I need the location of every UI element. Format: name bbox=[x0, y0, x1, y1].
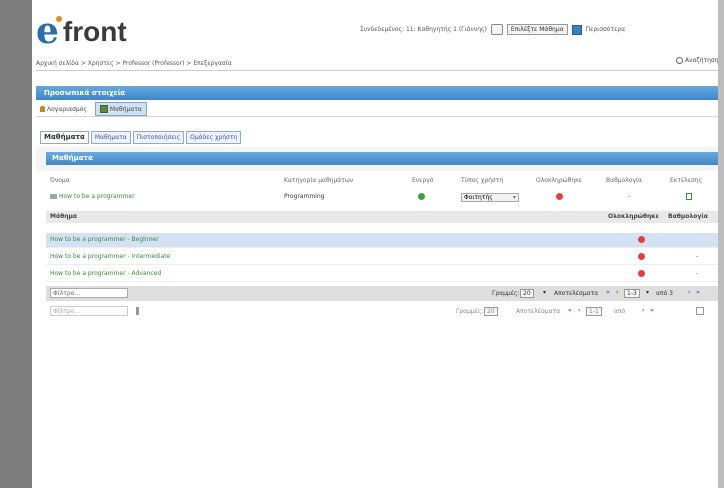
subtab-label: Μαθήματα bbox=[109, 105, 142, 113]
col-category[interactable]: Κατηγορία μαθημάτων bbox=[284, 177, 353, 184]
rows-label: Γραμμές: bbox=[492, 290, 520, 297]
chevron-down-icon: ▾ bbox=[646, 289, 650, 296]
course-score: - bbox=[628, 193, 631, 200]
go-button[interactable] bbox=[571, 24, 582, 35]
last-page-icon[interactable]: » bbox=[696, 289, 700, 296]
page-select[interactable]: 1-3 bbox=[624, 289, 640, 298]
prev-page-icon[interactable]: ‹ bbox=[616, 289, 618, 296]
separator-icon bbox=[136, 307, 139, 315]
search[interactable]: Αναζήτηση bbox=[676, 57, 719, 64]
divider bbox=[36, 116, 724, 117]
tab-lessons[interactable]: Μαθήματα bbox=[90, 131, 131, 144]
lesson-name[interactable]: How to be a programmer - Advanced bbox=[50, 270, 161, 277]
pager-secondary: Φίλτρο... Γραμμές: 20 Αποτελέσματα « ‹ 1… bbox=[46, 306, 724, 319]
lesson-score: - bbox=[696, 270, 699, 277]
next-page-icon[interactable]: › bbox=[642, 307, 644, 314]
not-completed-icon bbox=[638, 236, 645, 243]
next-page-icon[interactable]: › bbox=[688, 289, 690, 296]
lesson-score: - bbox=[696, 253, 699, 260]
right-margin bbox=[718, 0, 724, 488]
col-score[interactable]: Βαθμολογία bbox=[606, 177, 642, 184]
role-select[interactable]: Φοιτητής ▾ bbox=[461, 193, 519, 202]
efront-logo[interactable]: e front bbox=[36, 10, 127, 52]
panel-title: Προσωπικά στοιχεία bbox=[36, 86, 724, 100]
more-link[interactable]: Περισσότερα bbox=[586, 26, 626, 33]
filter-input[interactable]: Φίλτρο... bbox=[50, 306, 128, 316]
logo-e-icon: e bbox=[36, 10, 62, 52]
course-select[interactable]: Επιλέξτε Μάθημα bbox=[506, 24, 568, 35]
active-check-icon[interactable] bbox=[418, 193, 425, 200]
page-label: Αποτελέσματα bbox=[516, 308, 561, 315]
logo-text: front bbox=[62, 16, 127, 47]
first-page-icon[interactable]: « bbox=[606, 289, 610, 296]
page-label: Αποτελέσματα bbox=[554, 290, 599, 297]
table-row: How to be a programmer - Advanced - bbox=[46, 267, 724, 282]
divider bbox=[36, 70, 724, 71]
section-title: Μαθήματα bbox=[46, 152, 724, 165]
tab-certifications[interactable]: Πιστοποιήσεις bbox=[132, 131, 185, 144]
col-lesson-score[interactable]: Βαθμολογία bbox=[668, 213, 708, 220]
col-exec[interactable]: Εκτέλεσης bbox=[670, 177, 702, 184]
chevron-down-icon: ▾ bbox=[543, 289, 547, 296]
top-bar: Συνδεδεμένος: 11: Καθηγητής 1 (Γιάννης) … bbox=[360, 24, 625, 35]
last-page-icon[interactable]: » bbox=[650, 307, 654, 314]
col-name[interactable]: Όνομα bbox=[50, 177, 70, 184]
search-label[interactable]: Αναζήτηση bbox=[685, 57, 719, 64]
page-of: από 3 bbox=[656, 290, 673, 297]
not-completed-icon bbox=[638, 270, 645, 277]
col-lesson-completed[interactable]: Ολοκληρώθηκε bbox=[608, 213, 659, 220]
lesson-name[interactable]: How to be a programmer - Beginner bbox=[50, 236, 159, 243]
search-icon bbox=[676, 57, 683, 64]
user-icon bbox=[40, 106, 45, 112]
page-select[interactable]: 1-1 bbox=[586, 307, 602, 316]
tab-courses[interactable]: Μαθήματα bbox=[40, 131, 89, 144]
first-page-icon[interactable]: « bbox=[568, 307, 572, 314]
col-completed[interactable]: Ολοκληρώθηκε bbox=[536, 177, 582, 184]
lessons-header-row: Μάθημα Ολοκληρώθηκε Βαθμολογία bbox=[46, 211, 724, 223]
exec-icon[interactable] bbox=[686, 193, 692, 200]
table-row: How to be a programmer - Beginner bbox=[46, 233, 724, 248]
rows-select[interactable]: 20 bbox=[520, 289, 534, 298]
chat-icon[interactable] bbox=[490, 24, 503, 35]
chevron-down-icon: ▾ bbox=[512, 194, 516, 201]
course-name[interactable]: How to be a programmer bbox=[50, 193, 135, 200]
rows-label: Γραμμές: bbox=[456, 308, 484, 315]
lesson-name[interactable]: How to be a programmer - Intermediate bbox=[50, 253, 170, 260]
not-completed-icon bbox=[556, 193, 563, 200]
table-row: How to be a programmer - Intermediate - bbox=[46, 250, 724, 265]
prev-page-icon[interactable]: ‹ bbox=[578, 307, 580, 314]
course-icon bbox=[99, 105, 108, 113]
pager: Φίλτρο... Γραμμές: 20 ▾ Αποτελέσματα « ‹… bbox=[46, 286, 724, 301]
page: e front Συνδεδεμένος: 11: Καθηγητής 1 (Γ… bbox=[32, 0, 724, 488]
col-lesson[interactable]: Μάθημα bbox=[50, 213, 77, 220]
filter-input[interactable]: Φίλτρο... bbox=[50, 288, 128, 298]
col-active[interactable]: Ενεργό bbox=[412, 177, 433, 184]
col-role[interactable]: Τύπος χρήστη bbox=[461, 177, 503, 184]
subtab-label: Λογαριασμός bbox=[47, 105, 87, 113]
subtab-account[interactable]: Λογαριασμός bbox=[36, 102, 91, 116]
tabs: Μαθήματα Μαθήματα Πιστοποιήσεις Ομάδες χ… bbox=[40, 131, 242, 144]
subtab-courses[interactable]: Μαθήματα bbox=[94, 102, 147, 116]
select-all-checkbox[interactable] bbox=[696, 307, 704, 315]
table-row: How to be a programmer Programming Φοιτη… bbox=[46, 193, 724, 205]
course-icon bbox=[50, 194, 57, 199]
panel-subtabs: Λογαριασμός Μαθήματα bbox=[36, 102, 147, 116]
breadcrumb[interactable]: Αρχική σελίδα > Χρήστες > Professor (Pro… bbox=[36, 60, 232, 67]
courses-header-row: Όνομα Κατηγορία μαθημάτων Ενεργό Τύπος χ… bbox=[46, 177, 724, 187]
page-of: από bbox=[614, 308, 626, 315]
tab-groups[interactable]: Ομάδες χρήστη bbox=[186, 131, 242, 144]
user-info[interactable]: Συνδεδεμένος: 11: Καθηγητής 1 (Γιάννης) bbox=[360, 26, 487, 33]
left-margin bbox=[0, 0, 32, 488]
rows-select[interactable]: 20 bbox=[484, 307, 498, 316]
course-category: Programming bbox=[284, 193, 325, 200]
not-completed-icon bbox=[638, 253, 645, 260]
